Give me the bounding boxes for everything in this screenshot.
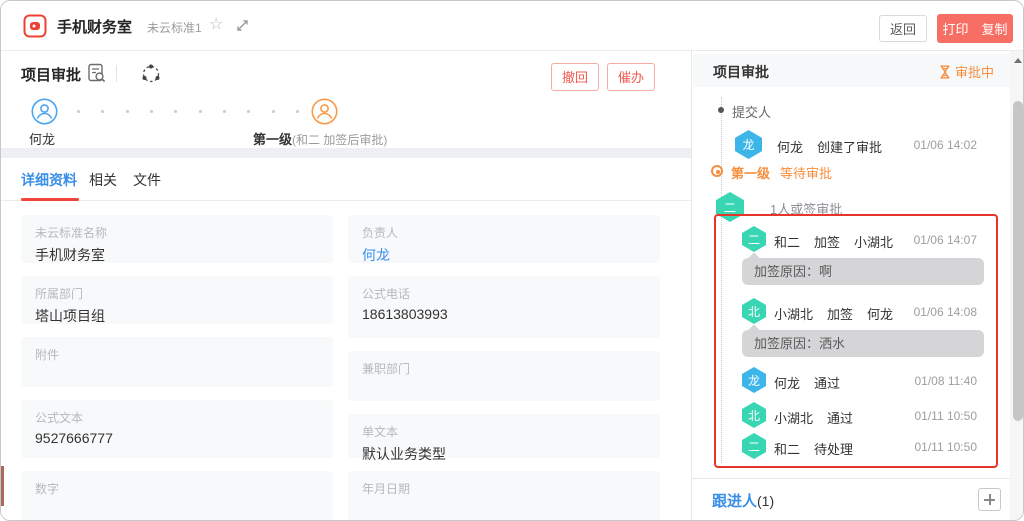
record-type-label: 未云标准1 (147, 19, 202, 36)
section-divider-band (1, 148, 691, 158)
add-follower-button[interactable] (978, 488, 1001, 511)
tab-detail[interactable]: 详细资料 (21, 170, 77, 190)
expand-icon[interactable] (235, 18, 250, 33)
timeline-event: 和二 加签 小湖北 (774, 232, 893, 251)
timeline-event: 何龙 创建了审批 (777, 137, 882, 156)
print-copy-button-group: 打印 复制 (937, 14, 1013, 43)
app-logo-icon (23, 14, 47, 38)
timeline-timestamp: 01/11 10:50 (914, 440, 977, 454)
flow-connector-dots (77, 110, 299, 113)
approval-panel-header: 项目审批 审批中 (693, 54, 1010, 87)
app-window: 手机财务室 未云标准1 ☆ 返回 打印 复制 项目审批 (0, 0, 1024, 521)
timeline-timestamp: 01/06 14:08 (914, 305, 977, 319)
timeline-event: 小湖北 通过 (774, 408, 853, 427)
main-content: 项目审批 撤回 催办 (1, 51, 691, 521)
timeline-event: 和二 待处理 (774, 439, 853, 458)
stage-marker-icon (711, 165, 723, 177)
timeline-timestamp: 01/08 11:40 (914, 374, 977, 388)
approval-flow-title: 项目审批 (21, 64, 81, 85)
field-date: 年月日期 (348, 471, 660, 521)
relation-graph-icon[interactable] (140, 63, 162, 85)
timeline-event: 何龙 通过 (774, 373, 840, 392)
timeline-timestamp: 01/06 14:02 (914, 138, 977, 152)
detail-form: 未云标准名称 手机财务室 所属部门 塔山项目组 附件 公式文本 95276667… (1, 201, 691, 521)
approval-panel: 项目审批 审批中 提交人 龙 何龙 创建了审批 01/06 14:02 第一级等… (691, 51, 1024, 521)
approval-log-icon[interactable] (87, 63, 106, 84)
field-formula-phone: 公式电话 18613803993 (348, 276, 660, 338)
signature-reason-note: 加签原因：啊 (742, 258, 984, 285)
avatar-hexagon: 龙 (735, 130, 762, 159)
field-formula-text: 公式文本 9527666777 (21, 400, 333, 458)
field-single-text: 单文本 默认业务类型 (348, 414, 660, 458)
left-edge-scroll-mark (1, 466, 4, 506)
followers-bar: 跟进人(1) (692, 478, 1010, 521)
divider (116, 65, 117, 82)
stage-status-label: 第一级等待审批 (731, 163, 832, 182)
submitter-label: 提交人 (732, 102, 771, 121)
owner-link[interactable]: 何龙 (362, 245, 646, 265)
favorite-star-icon[interactable]: ☆ (209, 15, 223, 35)
timeline-timestamp: 01/06 14:07 (914, 233, 977, 247)
field-department: 所属部门 塔山项目组 (21, 276, 333, 324)
approval-status-badge: 审批中 (939, 62, 994, 81)
back-button[interactable]: 返回 (879, 15, 927, 42)
urge-button[interactable]: 催办 (607, 63, 655, 91)
field-number: 数字 (21, 471, 333, 521)
followers-label: 跟进人(1) (712, 490, 774, 511)
scrollbar-up-arrow[interactable] (1014, 58, 1022, 63)
print-button[interactable]: 打印 (942, 19, 968, 38)
stage-avatar-icon (311, 98, 338, 125)
timeline-event: 小湖北 加签 何龙 (774, 304, 893, 323)
timeline-timestamp: 01/11 10:50 (914, 409, 977, 423)
detail-tabs: 详细资料 相关 文件 (1, 158, 691, 201)
withdraw-button[interactable]: 撤回 (551, 63, 599, 91)
submitter-avatar-icon (31, 98, 58, 125)
tab-files[interactable]: 文件 (133, 170, 161, 190)
flow-stage-label: 第一级(和二 加签后审批) (253, 129, 387, 148)
field-owner: 负责人 何龙 (348, 215, 660, 263)
approval-panel-title: 项目审批 (713, 62, 769, 82)
tab-related[interactable]: 相关 (89, 170, 117, 190)
field-attachment: 附件 (21, 337, 333, 387)
copy-button[interactable]: 复制 (982, 19, 1008, 38)
panel-scrollbar-thumb[interactable] (1013, 101, 1023, 421)
signature-reason-note: 加签原因：洒水 (742, 330, 984, 357)
timeline-bullet (718, 107, 724, 113)
field-parttime-department: 兼职部门 (348, 351, 660, 401)
page-title: 手机财务室 (57, 16, 132, 37)
field-standard-name: 未云标准名称 手机财务室 (21, 215, 333, 263)
flow-submitter-name: 何龙 (29, 129, 55, 148)
topbar: 手机财务室 未云标准1 ☆ 返回 打印 复制 (1, 1, 1024, 51)
hourglass-icon (939, 65, 951, 79)
